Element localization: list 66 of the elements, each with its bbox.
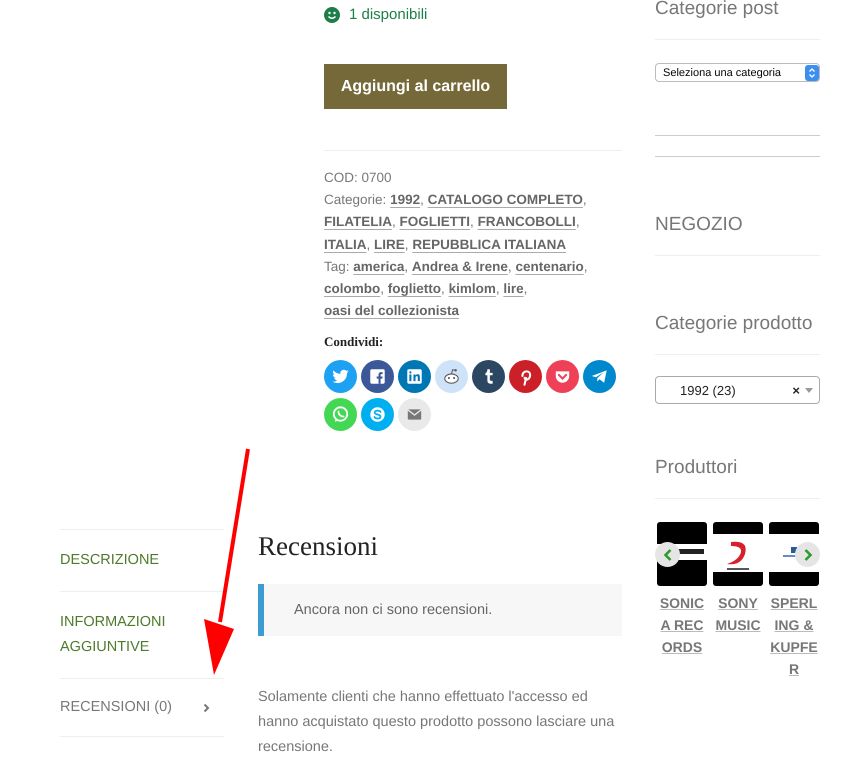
category-link[interactable]: FOGLIETTI — [400, 214, 470, 230]
chevron-right-icon — [802, 548, 812, 562]
categories-label: Categorie: — [324, 192, 386, 208]
share-label: Condividi: — [324, 334, 384, 350]
tag-link[interactable]: centenario — [515, 258, 584, 274]
skype-share-button[interactable] — [361, 398, 394, 432]
category-select[interactable]: Seleziona una categoria — [655, 63, 820, 82]
tags-label: Tag: — [324, 258, 350, 274]
comma: , — [496, 281, 500, 296]
stepper-icon — [805, 64, 819, 80]
comma: , — [470, 214, 474, 230]
comma: , — [441, 281, 445, 296]
comma: , — [420, 192, 424, 208]
login-message: Solamente clienti che hanno effettuato l'accesso ed hanno acquistato questo prodotto possono lasciare una recensione. — [258, 688, 616, 757]
category-link[interactable]: LIRE — [374, 236, 405, 252]
producer-link[interactable]: SONY MUSIC — [713, 592, 763, 636]
tab[interactable]: RECENSIONI (0) — [60, 679, 224, 737]
widget-title: Produttori — [655, 457, 738, 479]
add-to-cart-button[interactable]: Aggiungi al carrello — [324, 64, 507, 109]
chevron-right-icon — [203, 702, 210, 712]
comma: , — [392, 214, 396, 230]
producer-link[interactable]: SPERLING & KUPFER — [769, 592, 819, 680]
telegram-share-button[interactable] — [583, 360, 616, 394]
widget-title: Categorie prodotto — [655, 313, 814, 335]
email-share-button[interactable] — [398, 398, 431, 432]
comma: , — [380, 281, 384, 296]
chevron-left-icon — [662, 548, 672, 562]
comma: , — [404, 236, 409, 252]
producer-link[interactable]: SONICA RECORDS — [657, 592, 707, 658]
tag-link[interactable]: foglietto — [388, 281, 442, 296]
comma: , — [366, 236, 370, 252]
dropdown-icon — [805, 388, 813, 392]
comma: , — [508, 258, 512, 274]
smiley-icon — [324, 6, 340, 22]
tab[interactable]: DESCRIZIONE — [60, 530, 224, 592]
product-category-select[interactable]: 1992 (23) × — [655, 376, 820, 404]
category-link[interactable]: CATALOGO COMPLETO — [428, 192, 583, 208]
category-link[interactable]: FRANCOBOLLI — [478, 214, 576, 230]
linkedin-share-button[interactable] — [398, 360, 431, 394]
tag-link[interactable]: lire — [503, 281, 524, 296]
category-link[interactable]: ITALIA — [324, 236, 366, 252]
pinterest-share-button[interactable] — [509, 360, 542, 394]
category-link[interactable]: FILATELIA — [324, 214, 392, 230]
widget-title: Categorie post — [655, 0, 780, 20]
comma: , — [582, 192, 587, 208]
tumblr-share-button[interactable] — [472, 360, 505, 394]
twitter-share-button[interactable] — [324, 360, 357, 394]
tag-link[interactable]: america — [353, 258, 404, 274]
tag-link[interactable]: oasi del collezionista — [324, 303, 460, 318]
pocket-share-button[interactable] — [546, 360, 579, 394]
widget-title: NEGOZIO — [655, 214, 744, 236]
category-link[interactable]: 1992 — [390, 192, 420, 208]
tag-link[interactable]: kimlom — [448, 281, 496, 296]
sku-text: COD: 0700 — [324, 169, 393, 187]
comma: , — [404, 258, 408, 274]
comma: , — [524, 281, 528, 296]
reddit-share-button[interactable] — [435, 360, 468, 394]
category-link[interactable]: REPUBBLICA ITALIANA — [412, 236, 566, 252]
comma: , — [576, 214, 580, 230]
stock-status: 1 disponibili — [349, 6, 428, 23]
reviews-heading: Recensioni — [258, 531, 379, 562]
tag-link[interactable]: Andrea & Irene — [412, 258, 508, 274]
tag-link[interactable]: colombo — [324, 281, 380, 296]
facebook-share-button[interactable] — [361, 360, 394, 394]
comma: , — [584, 258, 588, 274]
notice-text: Ancora non ci sono recensioni. — [294, 602, 492, 618]
